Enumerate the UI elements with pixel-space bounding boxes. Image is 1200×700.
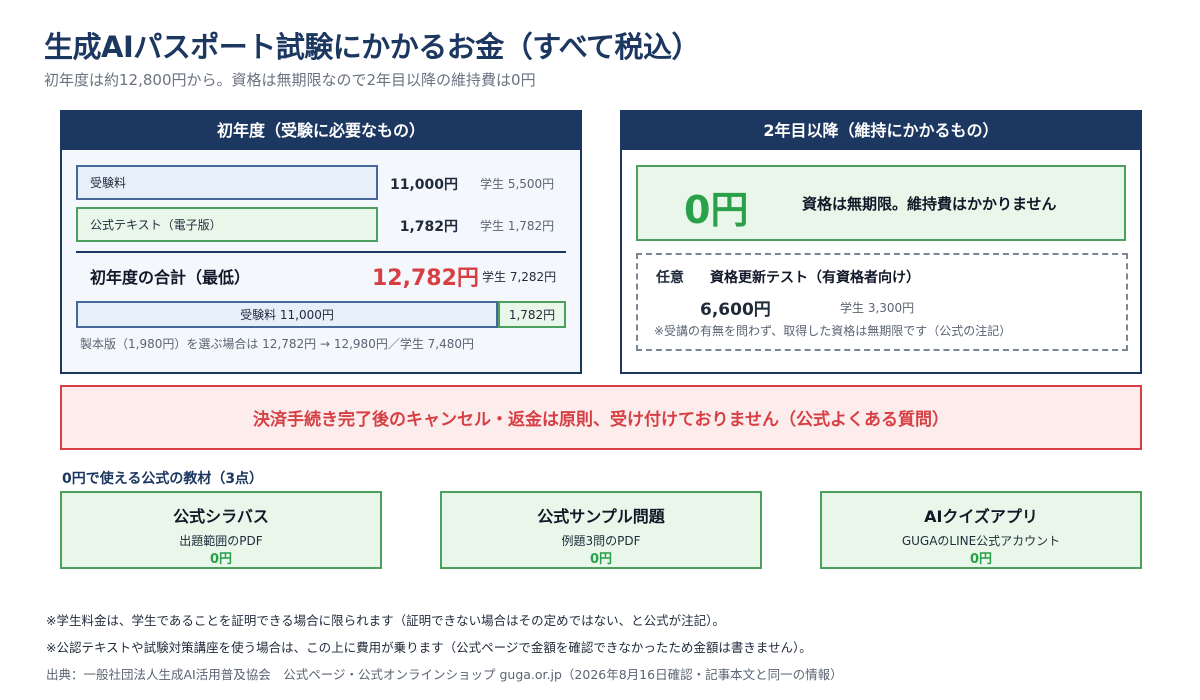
bound-edition-note: 製本版（1,980円）を選ぶ場合は 12,782円 → 12,980円／学生 7… bbox=[80, 337, 474, 351]
exam-fee-price: 11,000円 bbox=[389, 177, 458, 193]
textbook-label: 公式テキスト（電子版） bbox=[90, 218, 222, 232]
material-desc: 例題3問のPDF bbox=[561, 534, 641, 548]
zero-maintenance-value: 0円 bbox=[684, 188, 749, 232]
first-year-panel: 初年度（受験に必要なもの） 受験料 11,000円 学生 5,500円 公式テキ… bbox=[60, 110, 582, 374]
renewal-test-price: 6,600円 bbox=[700, 300, 771, 320]
total-student-price: 学生 7,282円 bbox=[482, 270, 557, 284]
later-years-heading: 2年目以降（維持にかかるもの） bbox=[622, 112, 1140, 150]
optional-tag: 任意 bbox=[656, 270, 684, 286]
cost-bar-exam-fee: 受験料 11,000円 bbox=[76, 301, 498, 328]
refund-warning-text: 決済手続き完了後のキャンセル・返金は原則、受け付けておりません（公式よくある質問… bbox=[253, 410, 949, 430]
first-year-body: 受験料 11,000円 学生 5,500円 公式テキスト（電子版） 1,782円… bbox=[62, 150, 580, 372]
source-citation: 出典：一般社団法人生成AI活用普及協会 公式ページ・公式オンラインショップ gu… bbox=[46, 667, 843, 682]
page-title: 生成AIパスポート試験にかかるお金（すべて税込） bbox=[44, 30, 701, 64]
total-label: 初年度の合計（最低） bbox=[90, 268, 251, 287]
renewal-test-note: ※受講の有無を問わず、取得した資格は無期限です（公式の注記） bbox=[654, 324, 1012, 338]
page-subtitle: 初年度は約12,800円から。資格は無期限なので2年目以降の維持費は0円 bbox=[44, 71, 536, 89]
material-price: 0円 bbox=[589, 552, 613, 567]
free-materials-heading: 0円で使える公式の教材（3点） bbox=[62, 471, 264, 487]
material-price: 0円 bbox=[969, 552, 993, 567]
footnote-extra-costs: ※公認テキストや試験対策講座を使う場合は、この上に費用が乗ります（公式ページで金… bbox=[46, 640, 812, 655]
zero-maintenance-text: 資格は無期限。維持費はかかりません bbox=[802, 195, 1057, 213]
cost-bar-textbook-label: 1,782円 bbox=[508, 308, 556, 322]
cost-bar-textbook: 1,782円 bbox=[498, 301, 566, 328]
first-year-heading: 初年度（受験に必要なもの） bbox=[62, 112, 580, 150]
material-card-sample-questions: 公式サンプル問題 例題3問のPDF 0円 bbox=[440, 491, 762, 569]
material-card-syllabus: 公式シラバス 出題範囲のPDF 0円 bbox=[60, 491, 382, 569]
footnote-student-pricing: ※学生料金は、学生であることを証明できる場合に限られます（証明できない場合はその… bbox=[46, 613, 725, 628]
material-title: AIクイズアプリ bbox=[924, 507, 1038, 526]
later-years-panel: 2年目以降（維持にかかるもの） 0円 資格は無期限。維持費はかかりません 任意 … bbox=[620, 110, 1142, 374]
material-title: 公式シラバス bbox=[173, 507, 269, 526]
total-divider bbox=[76, 251, 566, 253]
exam-fee-student-price: 学生 5,500円 bbox=[480, 177, 555, 191]
material-desc: GUGAのLINE公式アカウント bbox=[901, 534, 1061, 548]
refund-warning-banner: 決済手続き完了後のキャンセル・返金は原則、受け付けておりません（公式よくある質問… bbox=[60, 385, 1142, 450]
material-desc: 出題範囲のPDF bbox=[179, 534, 263, 548]
later-years-body: 0円 資格は無期限。維持費はかかりません 任意 資格更新テスト（有資格者向け） … bbox=[622, 150, 1140, 372]
material-price: 0円 bbox=[209, 552, 233, 567]
zero-maintenance-box: 0円 資格は無期限。維持費はかかりません bbox=[636, 165, 1126, 241]
textbook-student-price: 学生 1,782円 bbox=[480, 219, 555, 233]
exam-fee-label: 受験料 bbox=[90, 176, 127, 190]
material-card-quiz-app: AIクイズアプリ GUGAのLINE公式アカウント 0円 bbox=[820, 491, 1142, 569]
renewal-test-box: 任意 資格更新テスト（有資格者向け） 6,600円 学生 3,300円 ※受講の… bbox=[636, 253, 1128, 351]
textbook-price: 1,782円 bbox=[399, 219, 458, 235]
material-title: 公式サンプル問題 bbox=[537, 507, 665, 526]
exam-fee-item: 受験料 bbox=[76, 165, 378, 200]
renewal-test-student-price: 学生 3,300円 bbox=[840, 301, 915, 315]
cost-bar-exam-label: 受験料 11,000円 bbox=[240, 308, 334, 322]
textbook-item: 公式テキスト（電子版） bbox=[76, 207, 378, 242]
renewal-test-title: 資格更新テスト（有資格者向け） bbox=[710, 270, 920, 286]
total-price: 12,782円 bbox=[372, 266, 479, 291]
